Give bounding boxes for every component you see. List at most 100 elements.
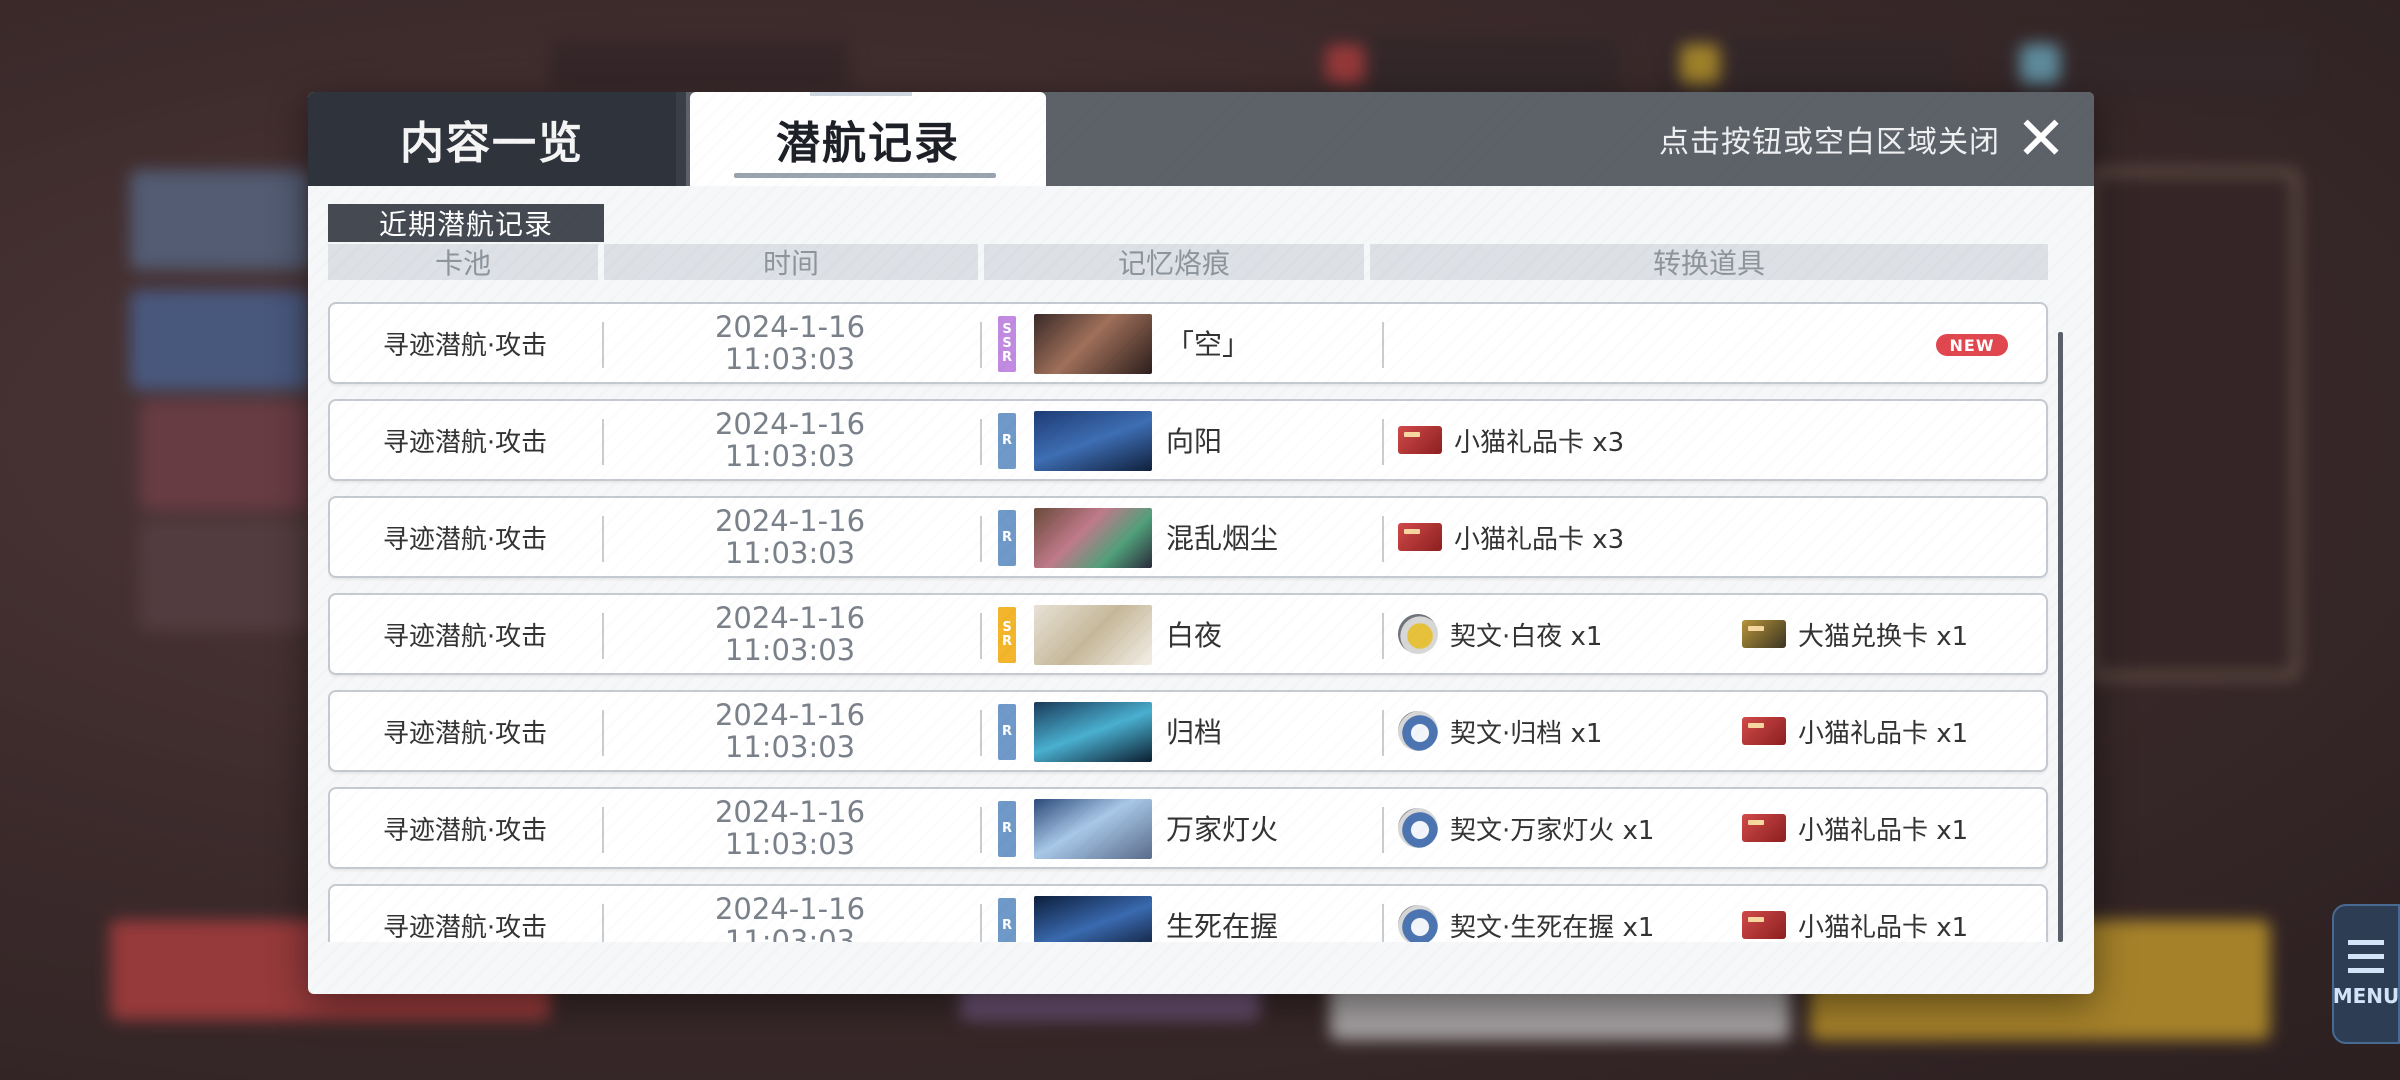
column-divider <box>1382 613 1384 659</box>
memory-name: 万家灯火 <box>1166 813 1279 846</box>
memory-thumbnail <box>1034 896 1152 942</box>
menu-icon <box>2348 940 2384 974</box>
item-label: 小猫礼品卡 x3 <box>1454 524 1625 555</box>
column-header-time: 时间 <box>604 244 978 280</box>
red-gift-card-icon <box>1398 523 1442 551</box>
column-divider <box>980 613 982 659</box>
converted-item-1: 小猫礼品卡 x3 <box>1398 498 1624 576</box>
record-row[interactable]: 寻迹潜航·攻击 2024-1-16 11:03:03 R 混乱烟尘 小猫礼品卡 x3 <box>328 496 2048 578</box>
column-divider <box>980 807 982 853</box>
record-clock: 11:03:03 <box>724 342 856 376</box>
blue-token-icon <box>1398 905 1438 942</box>
rarity-letter: S <box>1002 322 1012 337</box>
rarity-letter: S <box>1002 336 1012 351</box>
record-row[interactable]: 寻迹潜航·攻击 2024-1-16 11:03:03 R 向阳 小猫礼品卡 x3 <box>328 399 2048 481</box>
pool-name: 寻迹潜航·攻击 <box>382 330 548 361</box>
gacha-history-dialog: 内容一览 潜航记录 点击按钮或空白区域关闭 ✕ 近期潜航记录 卡池 时间 记忆烙… <box>308 92 2094 994</box>
close-hint-text: 点击按钮或空白区域关闭 <box>1659 125 2000 160</box>
record-date: 2024-1-16 <box>714 892 866 926</box>
rarity-letter: R <box>1001 350 1012 365</box>
list-scrollbar[interactable] <box>2058 332 2063 942</box>
memory-thumbnail <box>1034 508 1152 568</box>
memory-thumbnail <box>1034 411 1152 471</box>
record-row[interactable]: 寻迹潜航·攻击 2024-1-16 11:03:03 S S R 「空」 NEW <box>328 302 2048 384</box>
converted-item-2: 大猫兑换卡 x1 <box>1742 595 1968 673</box>
record-clock: 11:03:03 <box>724 536 856 570</box>
item-label: 小猫礼品卡 x1 <box>1798 912 1969 943</box>
converted-item-1: 契文·归档 x1 <box>1398 692 1602 770</box>
rarity-badge: R <box>998 413 1016 469</box>
column-header-memory: 记忆烙痕 <box>984 244 1364 280</box>
record-clock: 11:03:03 <box>724 439 856 473</box>
record-date: 2024-1-16 <box>714 310 866 344</box>
memory-thumbnail <box>1034 702 1152 762</box>
item-label: 契文·万家灯火 x1 <box>1450 815 1655 846</box>
rarity-badge: R <box>998 801 1016 857</box>
red-gift-card-icon <box>1742 717 1786 745</box>
converted-item-2: 小猫礼品卡 x1 <box>1742 692 1968 770</box>
converted-item-1: 契文·生死在握 x1 <box>1398 886 1654 942</box>
memory-name: 「空」 <box>1166 328 1251 361</box>
record-row[interactable]: 寻迹潜航·攻击 2024-1-16 11:03:03 S R 白夜 契文·白夜 x1 大猫兑换… <box>328 593 2048 675</box>
column-divider <box>1382 904 1384 942</box>
pool-name: 寻迹潜航·攻击 <box>382 621 548 652</box>
pool-name: 寻迹潜航·攻击 <box>382 718 548 749</box>
red-gift-card-icon <box>1742 814 1786 842</box>
tab-overview[interactable]: 内容一览 <box>308 92 686 186</box>
column-divider <box>602 613 604 659</box>
column-divider <box>602 904 604 942</box>
record-row[interactable]: 寻迹潜航·攻击 2024-1-16 11:03:03 R 归档 契文·归档 x1 小猫礼品卡… <box>328 690 2048 772</box>
column-divider <box>1382 516 1384 562</box>
column-divider <box>1382 419 1384 465</box>
tab-active-underline <box>734 173 996 178</box>
record-clock: 11:03:03 <box>724 633 856 667</box>
menu-label: MENU <box>2332 984 2400 1008</box>
pool-name: 寻迹潜航·攻击 <box>382 427 548 458</box>
rarity-badge: R <box>998 898 1016 942</box>
column-divider <box>1382 807 1384 853</box>
item-label: 契文·归档 x1 <box>1450 718 1603 749</box>
record-time: 2024-1-16 11:03:03 <box>605 692 975 770</box>
column-header-pool: 卡池 <box>328 244 598 280</box>
converted-item-1: 契文·万家灯火 x1 <box>1398 789 1654 867</box>
item-label: 小猫礼品卡 x3 <box>1454 427 1625 458</box>
column-divider <box>602 516 604 562</box>
record-time: 2024-1-16 11:03:03 <box>605 595 975 673</box>
record-date: 2024-1-16 <box>714 601 866 635</box>
rarity-letter: R <box>1001 433 1012 448</box>
pool-name: 寻迹潜航·攻击 <box>382 912 548 943</box>
memory-thumbnail <box>1034 314 1152 374</box>
column-divider <box>602 419 604 465</box>
column-divider <box>1382 710 1384 756</box>
record-time: 2024-1-16 11:03:03 <box>605 789 975 867</box>
new-badge: NEW <box>1936 334 2008 356</box>
memory-name: 混乱烟尘 <box>1166 522 1279 555</box>
memory-name: 向阳 <box>1166 425 1223 458</box>
column-divider <box>602 807 604 853</box>
tab-records[interactable]: 潜航记录 <box>690 92 1046 186</box>
record-clock: 11:03:03 <box>724 924 856 942</box>
item-label: 契文·白夜 x1 <box>1450 621 1603 652</box>
records-list[interactable]: 寻迹潜航·攻击 2024-1-16 11:03:03 S S R 「空」 NEW 寻迹潜航·攻击… <box>328 302 2068 942</box>
memory-name: 白夜 <box>1166 619 1223 652</box>
record-row[interactable]: 寻迹潜航·攻击 2024-1-16 11:03:03 R 万家灯火 契文·万家灯火 x1 小… <box>328 787 2048 869</box>
memory-thumbnail <box>1034 799 1152 859</box>
rarity-badge: R <box>998 510 1016 566</box>
converted-item-2: 小猫礼品卡 x1 <box>1742 886 1968 942</box>
section-title: 近期潜航记录 <box>328 204 604 242</box>
rarity-letter: R <box>1001 634 1012 649</box>
item-label: 小猫礼品卡 x1 <box>1798 718 1969 749</box>
column-divider <box>980 419 982 465</box>
record-date: 2024-1-16 <box>714 698 866 732</box>
red-gift-card-icon <box>1742 911 1786 939</box>
record-date: 2024-1-16 <box>714 407 866 441</box>
memory-thumbnail <box>1034 605 1152 665</box>
memory-name: 生死在握 <box>1166 910 1279 942</box>
menu-button[interactable]: MENU <box>2332 904 2400 1044</box>
rarity-letter: R <box>1001 530 1012 545</box>
close-icon[interactable]: ✕ <box>2016 109 2066 169</box>
record-row[interactable]: 寻迹潜航·攻击 2024-1-16 11:03:03 R 生死在握 契文·生死在握 x1 小… <box>328 884 2048 942</box>
column-divider <box>980 516 982 562</box>
rarity-letter: R <box>1001 724 1012 739</box>
rarity-badge: SSR <box>998 316 1016 372</box>
